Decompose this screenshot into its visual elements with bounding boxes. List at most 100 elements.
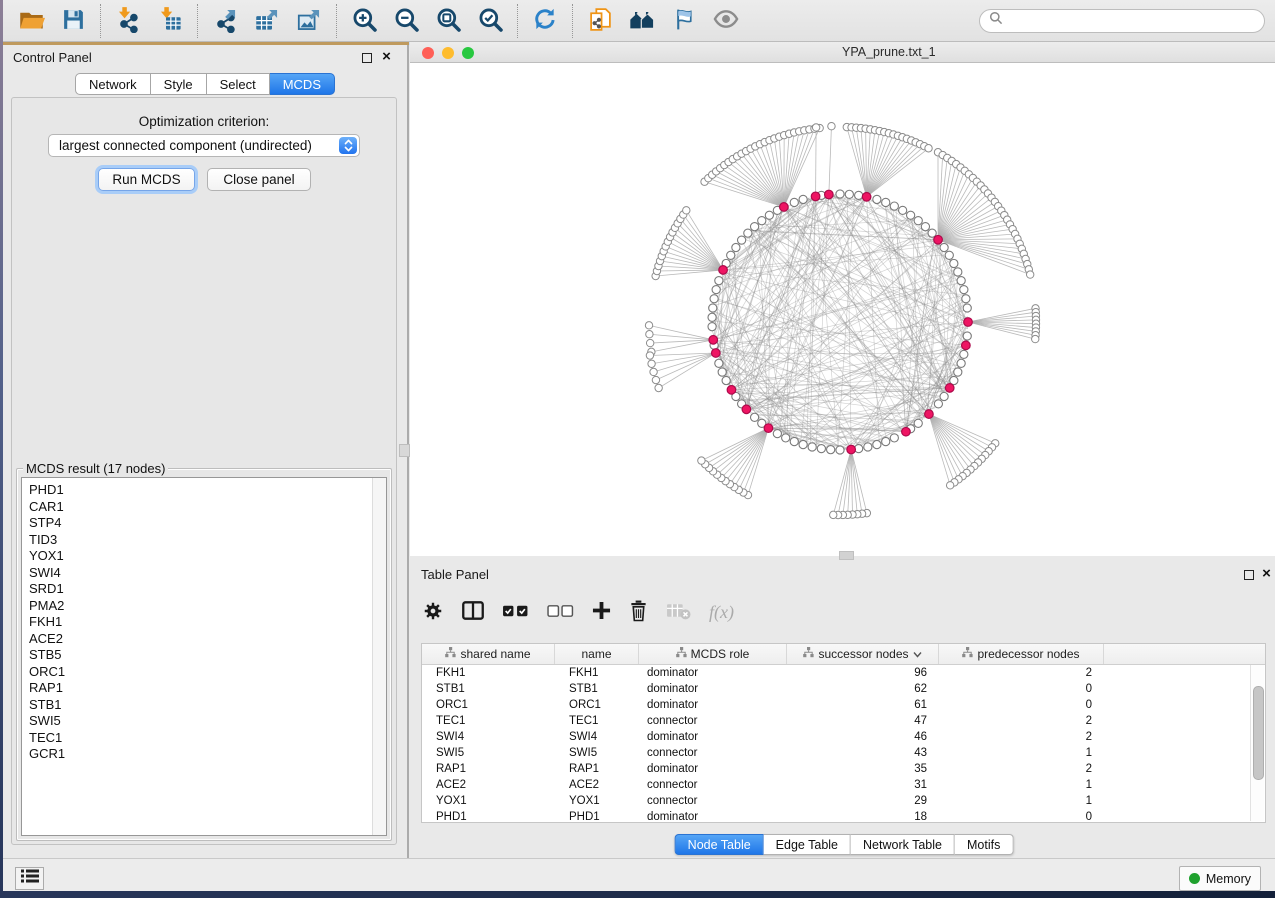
table-scrollbar-thumb[interactable] [1253, 686, 1264, 780]
run-mcds-button[interactable]: Run MCDS [98, 168, 195, 191]
cell-name[interactable]: TEC1 [555, 715, 639, 727]
tab-mcds[interactable]: MCDS [270, 73, 335, 95]
export-network-button[interactable] [207, 4, 243, 38]
result-node-item[interactable]: PHD1 [29, 482, 386, 499]
cell-MCDS-role[interactable]: dominator [639, 683, 787, 695]
cell-predecessor-nodes[interactable]: 0 [939, 683, 1104, 695]
show-columns-button[interactable] [460, 599, 486, 625]
cell-predecessor-nodes[interactable]: 2 [939, 667, 1104, 679]
close-window-light[interactable] [422, 47, 434, 59]
cell-MCDS-role[interactable]: dominator [639, 699, 787, 711]
export-image-button[interactable] [291, 4, 327, 38]
table-row[interactable]: SWI4SWI4dominator462 [422, 729, 1265, 745]
result-node-item[interactable]: GCR1 [29, 746, 386, 763]
cell-shared-name[interactable]: RAP1 [422, 763, 555, 775]
cell-predecessor-nodes[interactable]: 1 [939, 795, 1104, 807]
result-node-item[interactable]: SRD1 [29, 581, 386, 598]
cell-predecessor-nodes[interactable]: 2 [939, 763, 1104, 775]
cell-shared-name[interactable]: FKH1 [422, 667, 555, 679]
cell-MCDS-role[interactable]: dominator [639, 811, 787, 823]
import-network-button[interactable] [110, 4, 146, 38]
zoom-selected-button[interactable] [472, 4, 508, 38]
search-input[interactable] [1008, 11, 1264, 31]
cell-successor-nodes[interactable]: 18 [787, 811, 939, 823]
cell-successor-nodes[interactable]: 62 [787, 683, 939, 695]
cell-MCDS-role[interactable]: connector [639, 795, 787, 807]
table-scrollbar[interactable] [1250, 665, 1264, 821]
result-node-item[interactable]: FKH1 [29, 614, 386, 631]
import-table-button[interactable] [152, 4, 188, 38]
result-node-item[interactable]: SWI4 [29, 565, 386, 582]
column-header-predecessor-nodes[interactable]: predecessor nodes [939, 644, 1104, 664]
cell-MCDS-role[interactable]: connector [639, 747, 787, 759]
table-row[interactable]: SWI5SWI5connector431 [422, 745, 1265, 761]
cell-shared-name[interactable]: TEC1 [422, 715, 555, 727]
zoom-fit-button[interactable] [430, 4, 466, 38]
cell-successor-nodes[interactable]: 47 [787, 715, 939, 727]
network-canvas[interactable] [410, 63, 1275, 556]
result-node-item[interactable]: ACE2 [29, 631, 386, 648]
criterion-dropdown[interactable]: largest connected component (undirected) [48, 134, 360, 157]
cell-successor-nodes[interactable]: 96 [787, 667, 939, 679]
tab-motifs[interactable]: Motifs [955, 834, 1013, 855]
horizontal-splitter-handle[interactable] [839, 551, 854, 560]
table-row[interactable]: FKH1FKH1dominator962 [422, 665, 1265, 681]
maximize-window-light[interactable] [462, 47, 474, 59]
close-panel-button[interactable]: Close panel [207, 168, 311, 191]
tab-network[interactable]: Network [75, 73, 151, 95]
cell-name[interactable]: YOX1 [555, 795, 639, 807]
cell-name[interactable]: SWI4 [555, 731, 639, 743]
table-mode-button[interactable] [420, 598, 446, 627]
export-table-button[interactable] [249, 4, 285, 38]
result-node-item[interactable]: TEC1 [29, 730, 386, 747]
close-table-panel-icon[interactable]: × [1259, 567, 1274, 581]
cell-successor-nodes[interactable]: 35 [787, 763, 939, 775]
result-list-scrollbar[interactable] [372, 478, 386, 835]
task-history-button[interactable] [15, 867, 44, 890]
zoom-in-button[interactable] [346, 4, 382, 38]
open-file-button[interactable] [13, 4, 49, 38]
result-node-item[interactable]: STB5 [29, 647, 386, 664]
table-row[interactable]: RAP1RAP1dominator352 [422, 761, 1265, 777]
result-node-item[interactable]: TID3 [29, 532, 386, 549]
cell-predecessor-nodes[interactable]: 0 [939, 811, 1104, 823]
table-row[interactable]: STB1STB1dominator620 [422, 681, 1265, 697]
cell-MCDS-role[interactable]: connector [639, 715, 787, 727]
result-node-item[interactable]: CAR1 [29, 499, 386, 516]
table-row[interactable]: ORC1ORC1dominator610 [422, 697, 1265, 713]
cell-shared-name[interactable]: PHD1 [422, 811, 555, 823]
cell-shared-name[interactable]: ORC1 [422, 699, 555, 711]
select-all-button[interactable] [500, 602, 531, 623]
result-node-item[interactable]: STP4 [29, 515, 386, 532]
cell-predecessor-nodes[interactable]: 1 [939, 747, 1104, 759]
tab-node-table[interactable]: Node Table [675, 834, 764, 855]
new-column-button[interactable] [590, 599, 613, 625]
column-header-shared-name[interactable]: shared name [422, 644, 555, 664]
tab-network-table[interactable]: Network Table [851, 834, 955, 855]
result-node-item[interactable]: STB1 [29, 697, 386, 714]
float-panel-icon[interactable] [359, 51, 374, 65]
cell-successor-nodes[interactable]: 31 [787, 779, 939, 791]
table-row[interactable]: ACE2ACE2connector311 [422, 777, 1265, 793]
cell-shared-name[interactable]: STB1 [422, 683, 555, 695]
memory-button[interactable]: Memory [1179, 866, 1261, 891]
deselect-all-button[interactable] [545, 602, 576, 623]
mcds-result-list[interactable]: PHD1CAR1STP4TID3YOX1SWI4SRD1PMA2FKH1ACE2… [21, 477, 387, 836]
column-header-name[interactable]: name [555, 644, 639, 664]
cell-shared-name[interactable]: ACE2 [422, 779, 555, 791]
column-header-MCDS-role[interactable]: MCDS role [639, 644, 787, 664]
delete-column-button[interactable] [627, 598, 650, 627]
zoom-out-button[interactable] [388, 4, 424, 38]
tab-select[interactable]: Select [207, 73, 270, 95]
cell-name[interactable]: PHD1 [555, 811, 639, 823]
tab-edge-table[interactable]: Edge Table [764, 834, 851, 855]
cell-predecessor-nodes[interactable]: 0 [939, 699, 1104, 711]
float-table-panel-icon[interactable] [1241, 568, 1256, 582]
table-row[interactable]: PHD1PHD1dominator180 [422, 809, 1265, 823]
hide-details-button[interactable] [708, 4, 744, 38]
cell-successor-nodes[interactable]: 43 [787, 747, 939, 759]
cell-name[interactable]: FKH1 [555, 667, 639, 679]
cell-successor-nodes[interactable]: 29 [787, 795, 939, 807]
cell-shared-name[interactable]: SWI4 [422, 731, 555, 743]
table-row[interactable]: TEC1TEC1connector472 [422, 713, 1265, 729]
